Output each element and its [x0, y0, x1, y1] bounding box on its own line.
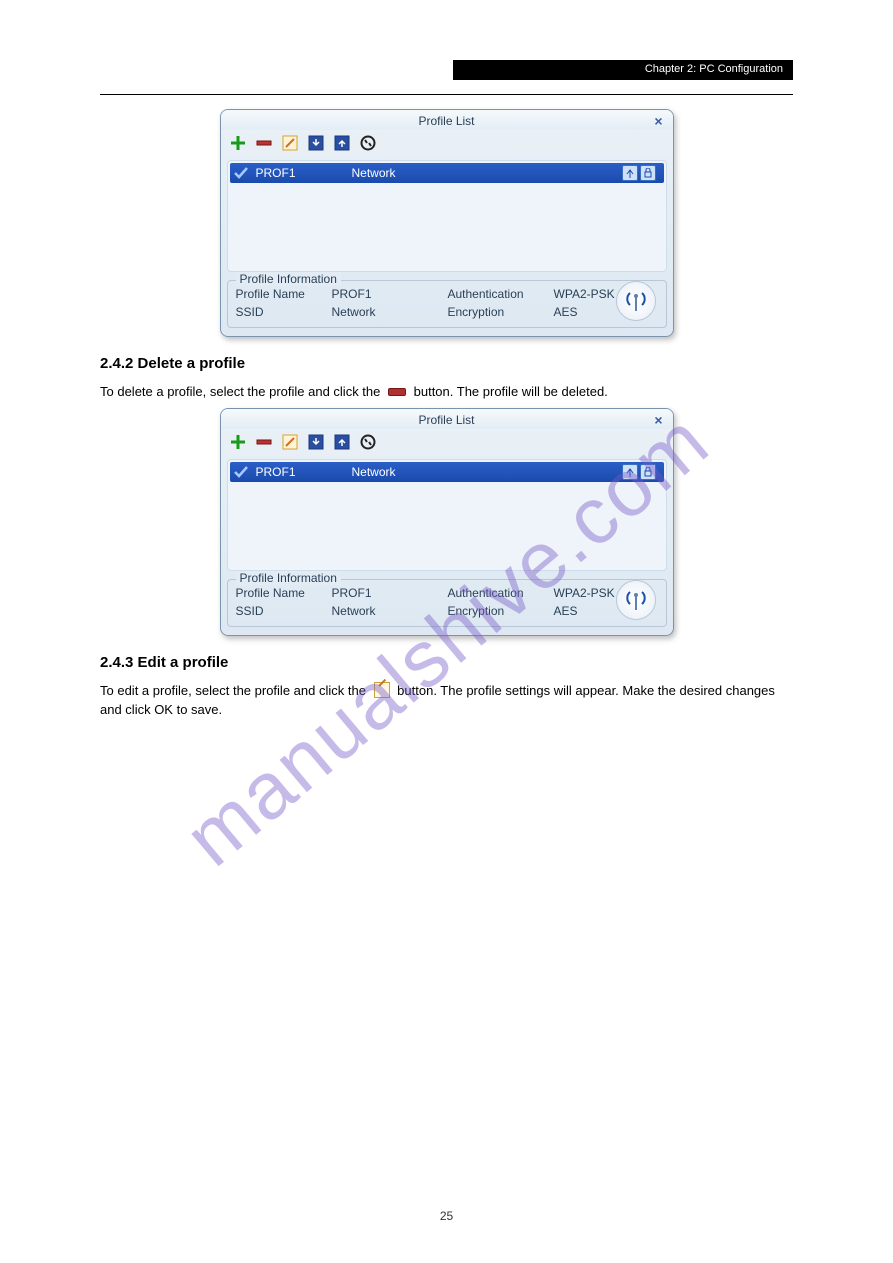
delete-icon[interactable]	[255, 134, 273, 152]
profile-info-legend-2: Profile Information	[236, 571, 341, 585]
edit-inline-icon	[374, 682, 390, 698]
value-ssid-2: Network	[332, 604, 442, 618]
profile-row-selected[interactable]: PROF1 Network	[230, 163, 664, 183]
profile-list-panel: Profile List ×	[220, 109, 674, 337]
add-icon-2[interactable]	[229, 433, 247, 451]
label-profile-name: Profile Name	[236, 287, 326, 301]
label-profile-name-2: Profile Name	[236, 586, 326, 600]
profile-information-box-2: Profile Information Profile Name PROF1 A…	[227, 579, 667, 627]
value-ssid: Network	[332, 305, 442, 319]
import-icon-2[interactable]	[307, 433, 325, 451]
label-encryption: Encryption	[448, 305, 548, 319]
chapter-header: Chapter 2: PC Configuration	[453, 60, 793, 80]
profile-list-2[interactable]: PROF1 Network	[227, 459, 667, 571]
delete-inline-icon	[388, 388, 406, 396]
row-ssid-2: Network	[352, 465, 622, 479]
page-number: 25	[0, 1209, 893, 1223]
panel-title-2: Profile List	[418, 413, 474, 427]
panel-title: Profile List	[418, 114, 474, 128]
edit-icon-2[interactable]	[281, 433, 299, 451]
label-ssid-2: SSID	[236, 604, 326, 618]
value-profile-name-2: PROF1	[332, 586, 442, 600]
close-icon[interactable]: ×	[654, 113, 662, 129]
active-check-icon	[230, 166, 252, 180]
row-profile-name-2: PROF1	[252, 465, 352, 479]
section-delete-title: 2.4.2 Delete a profile	[100, 355, 793, 372]
profile-info-legend: Profile Information	[236, 272, 341, 286]
import-icon[interactable]	[307, 134, 325, 152]
add-icon[interactable]	[229, 134, 247, 152]
label-authentication-2: Authentication	[448, 586, 548, 600]
security-badge-icon-2	[640, 464, 656, 480]
activate-icon-2[interactable]	[359, 433, 377, 451]
profile-list-panel-2: Profile List ×	[220, 408, 674, 636]
edit-text-before: To edit a profile, select the profile an…	[100, 683, 370, 698]
header-divider	[100, 94, 793, 95]
delete-text-after: button. The profile will be deleted.	[414, 384, 608, 399]
panel-title-bar-2: Profile List ×	[221, 409, 673, 429]
edit-paragraph: To edit a profile, select the profile an…	[100, 681, 793, 720]
profile-information-box: Profile Information Profile Name PROF1 A…	[227, 280, 667, 328]
row-ssid: Network	[352, 166, 622, 180]
label-ssid: SSID	[236, 305, 326, 319]
delete-icon-2[interactable]	[255, 433, 273, 451]
signal-badge-icon	[622, 165, 638, 181]
close-icon-2[interactable]: ×	[654, 412, 662, 428]
security-badge-icon	[640, 165, 656, 181]
antenna-icon-2	[616, 580, 656, 620]
row-profile-name: PROF1	[252, 166, 352, 180]
panel-title-bar: Profile List ×	[221, 110, 673, 130]
edit-icon[interactable]	[281, 134, 299, 152]
profile-list[interactable]: PROF1 Network	[227, 160, 667, 272]
activate-icon[interactable]	[359, 134, 377, 152]
label-authentication: Authentication	[448, 287, 548, 301]
export-icon-2[interactable]	[333, 433, 351, 451]
toolbar-2	[221, 429, 673, 459]
section-edit-title: 2.4.3 Edit a profile	[100, 654, 793, 671]
delete-text-before: To delete a profile, select the profile …	[100, 384, 384, 399]
label-encryption-2: Encryption	[448, 604, 548, 618]
value-profile-name: PROF1	[332, 287, 442, 301]
antenna-icon	[616, 281, 656, 321]
delete-paragraph: To delete a profile, select the profile …	[100, 382, 793, 402]
signal-badge-icon-2	[622, 464, 638, 480]
export-icon[interactable]	[333, 134, 351, 152]
toolbar	[221, 130, 673, 160]
active-check-icon-2	[230, 465, 252, 479]
profile-row-selected-2[interactable]: PROF1 Network	[230, 462, 664, 482]
